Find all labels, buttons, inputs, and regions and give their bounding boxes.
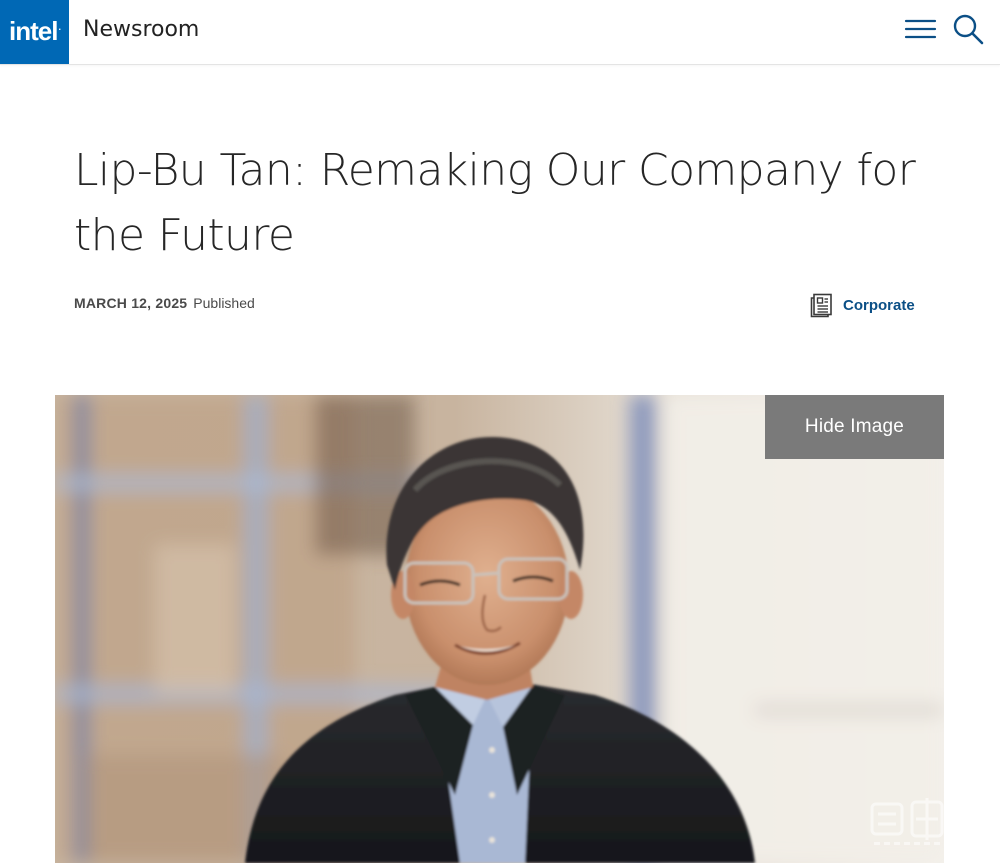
article-meta: MARCH 12, 2025 Published	[74, 295, 255, 315]
menu-button[interactable]	[903, 14, 937, 44]
hero-image	[55, 395, 944, 863]
logo-text: intel.	[9, 16, 61, 46]
hamburger-menu-icon	[904, 19, 937, 39]
publish-status: Published	[193, 295, 255, 311]
search-icon	[953, 14, 984, 45]
search-button[interactable]	[950, 11, 986, 47]
site-name[interactable]: Newsroom	[83, 16, 199, 44]
publish-date: MARCH 12, 2025	[74, 295, 188, 311]
intel-logo[interactable]: intel.	[0, 0, 69, 64]
portrait-photo	[55, 395, 944, 863]
newspaper-icon	[810, 293, 832, 317]
article-title: Lip-Bu Tan: Remaking Our Company for the…	[74, 145, 916, 261]
hide-image-button[interactable]: Hide Image	[765, 395, 944, 459]
site-header: intel. Newsroom	[0, 0, 1000, 65]
category-link-corporate[interactable]: Corporate	[810, 291, 915, 319]
category-label: Corporate	[843, 296, 915, 314]
